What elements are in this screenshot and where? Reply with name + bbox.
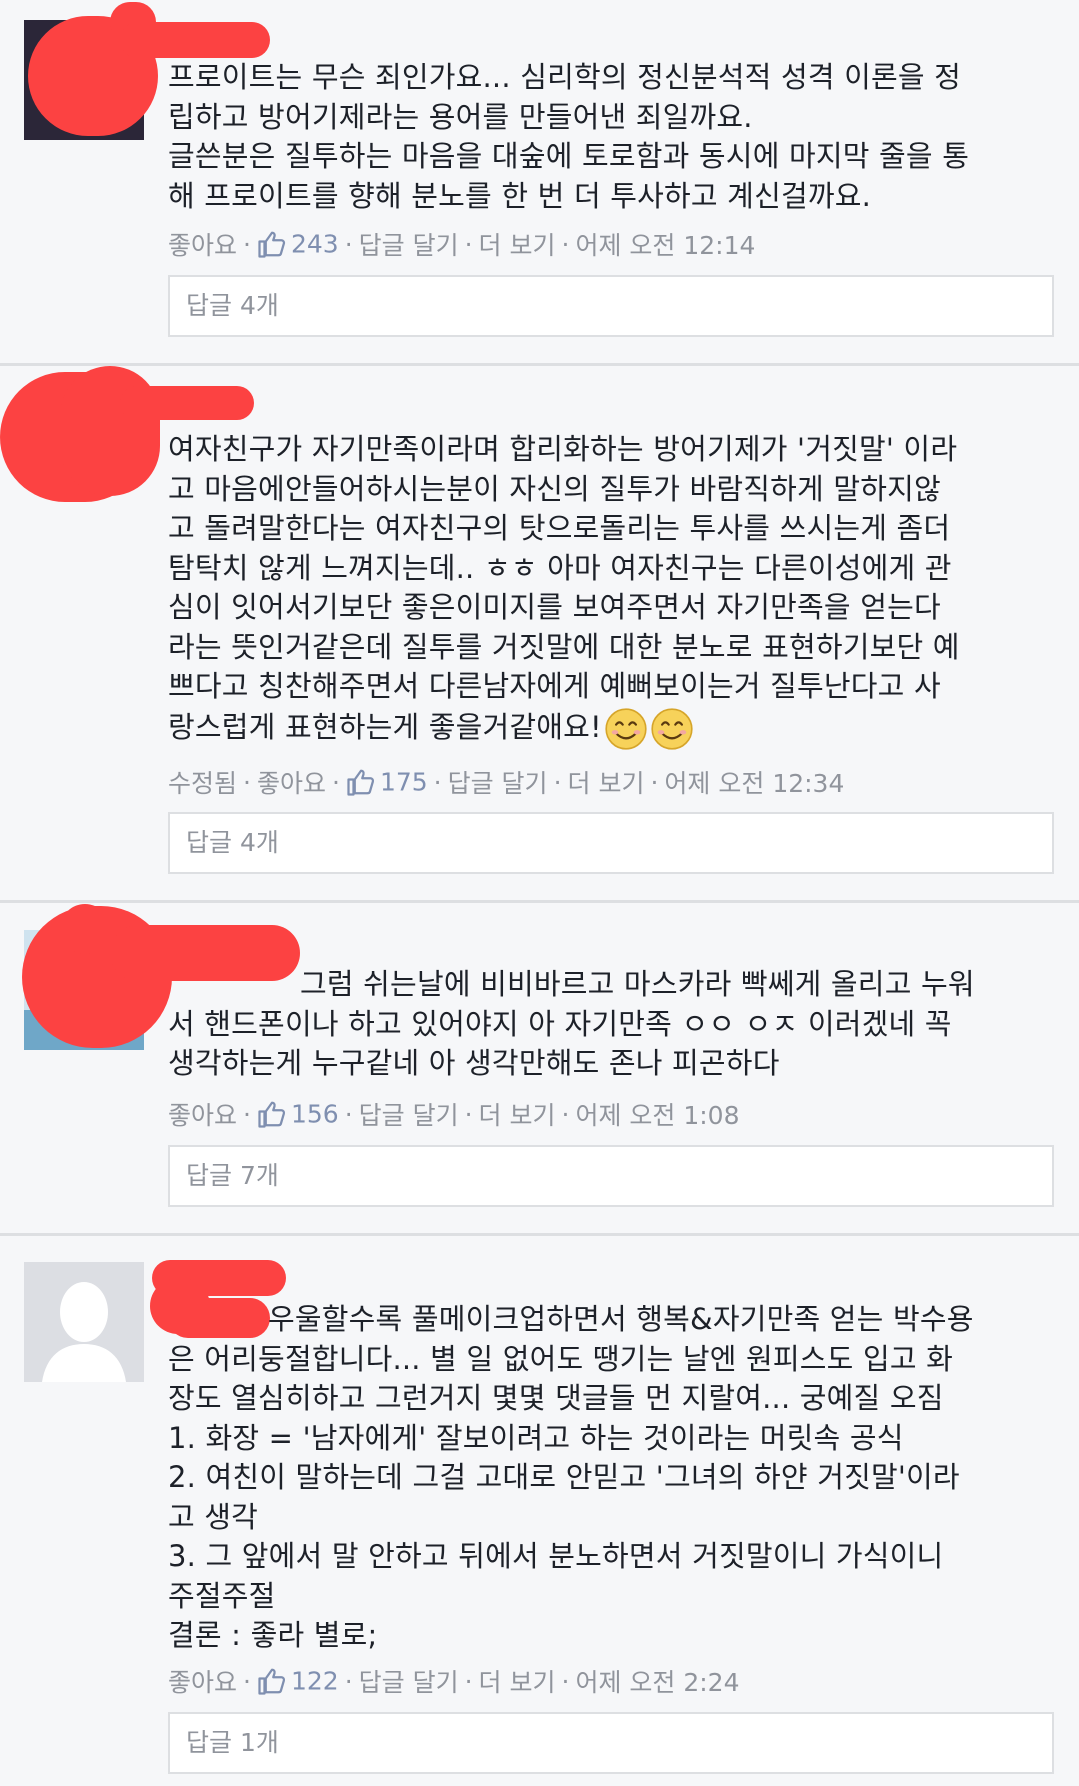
comment-text: 프로이트는 무슨 죄인가요... 심리학의 정신분석적 성격 이론을 정 립하고…: [168, 60, 970, 213]
replies-count: 답글 7개: [186, 1161, 279, 1190]
comment-actions: 좋아요 · 122 · 답글 달기 · 더 보기 · 어제 오전 2:24: [168, 1666, 740, 1698]
default-avatar-icon[interactable]: [24, 1262, 144, 1382]
reply-link[interactable]: 답글 달기: [359, 1668, 459, 1697]
thumbs-up-icon: [258, 1101, 286, 1128]
view-replies-button[interactable]: 답글 1개: [168, 1712, 1054, 1774]
like-count[interactable]: 243: [291, 230, 339, 259]
more-link[interactable]: 더 보기: [479, 1101, 556, 1130]
timestamp[interactable]: 어제 오전 2:24: [575, 1668, 739, 1697]
more-link[interactable]: 더 보기: [568, 769, 645, 798]
comment-actions: 수정됨 · 좋아요 · 175 · 답글 달기 · 더 보기 · 어제 오전 12:34: [168, 767, 845, 799]
smiling-face-icon: [605, 707, 647, 750]
reply-link[interactable]: 답글 달기: [448, 769, 548, 798]
timestamp[interactable]: 어제 오전 1:08: [575, 1101, 739, 1130]
like-link[interactable]: 좋아요: [168, 1101, 237, 1130]
comment-divider: [0, 900, 1079, 903]
comment-text-content: 여자친구가 자기만족이라며 합리화하는 방어기제가 '거짓말' 이라 고 마음에…: [168, 432, 960, 744]
reply-link[interactable]: 답글 달기: [359, 1101, 459, 1130]
comment-text: 그럼 쉬는날에 비비바르고 마스카라 빡쎄게 올리고 누워 서 핸드폰이나 하고…: [168, 965, 1058, 1084]
replies-count: 답글 1개: [186, 1728, 279, 1757]
like-count[interactable]: 122: [291, 1667, 339, 1696]
comment-actions: 좋아요 · 243 · 답글 달기 · 더 보기 · 어제 오전 12:14: [168, 229, 756, 261]
comment-text: 우울할수록 풀메이크업하면서 행복&자기만족 얻는 박수용 은 어리둥절합니다.…: [168, 1300, 1058, 1656]
redacted-name: [60, 904, 110, 954]
view-replies-button[interactable]: 답글 4개: [168, 275, 1054, 337]
smiling-face-icon: [651, 707, 693, 750]
thumbs-up-icon: [258, 231, 286, 258]
view-replies-button[interactable]: 답글 4개: [168, 812, 1054, 874]
like-count[interactable]: 175: [380, 768, 428, 797]
comment-text-content: 그럼 쉬는날에 비비바르고 마스카라 빡쎄게 올리고 누워 서 핸드폰이나 하고…: [168, 967, 975, 1080]
comment-actions: 좋아요 · 156 · 답글 달기 · 더 보기 · 어제 오전 1:08: [168, 1099, 740, 1131]
comment-text: 여자친구가 자기만족이라며 합리화하는 방어기제가 '거짓말' 이라 고 마음에…: [168, 430, 1058, 751]
redacted-name: [120, 386, 254, 420]
replies-count: 답글 4개: [186, 828, 279, 857]
like-count[interactable]: 156: [291, 1100, 339, 1129]
thumbs-up-icon: [347, 769, 375, 796]
timestamp[interactable]: 어제 오전 12:34: [664, 769, 844, 798]
like-link[interactable]: 좋아요: [168, 231, 237, 260]
more-link[interactable]: 더 보기: [479, 1668, 556, 1697]
timestamp[interactable]: 어제 오전 12:14: [575, 231, 755, 260]
comment-text-content: 우울할수록 풀메이크업하면서 행복&자기만족 얻는 박수용 은 어리둥절합니다.…: [168, 1302, 974, 1652]
thumbs-up-icon: [258, 1668, 286, 1695]
more-link[interactable]: 더 보기: [479, 231, 556, 260]
edited-label[interactable]: 수정됨: [168, 769, 237, 798]
replies-count: 답글 4개: [186, 291, 279, 320]
comment-divider: [0, 363, 1079, 366]
view-replies-button[interactable]: 답글 7개: [168, 1145, 1054, 1207]
like-link[interactable]: 좋아요: [168, 1668, 237, 1697]
reply-link[interactable]: 답글 달기: [359, 231, 459, 260]
comment-divider: [0, 1233, 1079, 1236]
like-link[interactable]: 좋아요: [257, 769, 326, 798]
redacted-name: [120, 22, 270, 58]
